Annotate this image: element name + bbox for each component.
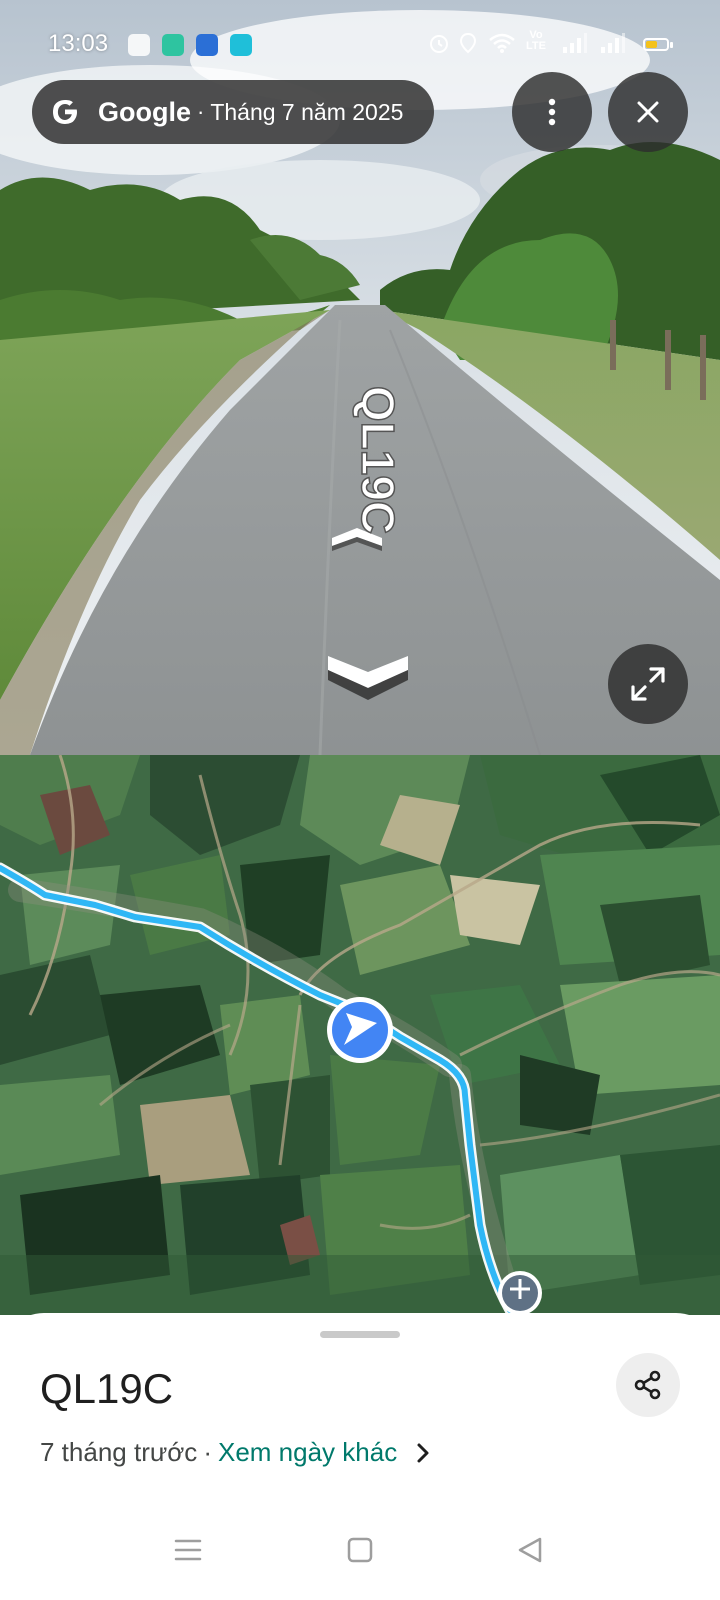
navigation-arrow-icon[interactable]	[327, 997, 393, 1063]
status-bar: 13:03 Vo LTE	[0, 24, 720, 64]
share-button[interactable]	[616, 1353, 680, 1417]
place-title: QL19C	[40, 1365, 174, 1412]
signal-icon	[563, 33, 587, 53]
satellite-map[interactable]	[0, 755, 720, 1315]
more-options-button[interactable]	[512, 72, 592, 152]
signal-icon-2	[601, 33, 625, 53]
meta-separator: ·	[203, 1437, 212, 1467]
back-button[interactable]	[508, 1528, 552, 1572]
fullscreen-button[interactable]	[608, 644, 688, 724]
home-button[interactable]	[338, 1528, 382, 1572]
close-button[interactable]	[608, 72, 688, 152]
drag-handle[interactable]	[320, 1331, 400, 1338]
close-icon	[637, 101, 659, 123]
location-icon	[459, 32, 477, 54]
street-view-screen: QL19C 13:03 Vo LTE Google · Tháng 7 năm …	[0, 0, 720, 1600]
home-icon	[347, 1537, 373, 1563]
capture-date: Tháng 7 năm 2025	[210, 98, 404, 125]
wifi-icon	[489, 33, 515, 53]
imagery-source-pill[interactable]: Google · Tháng 7 năm 2025	[32, 80, 434, 144]
share-icon	[634, 1370, 661, 1400]
capture-info-line: 7 tháng trước · Xem ngày khác	[40, 1437, 431, 1468]
volte-indicator: Vo LTE	[526, 29, 546, 52]
google-g-logo	[53, 100, 77, 124]
system-nav-bar	[0, 1520, 720, 1580]
chevron-right-icon[interactable]	[415, 1442, 431, 1464]
alarm-icon	[430, 35, 448, 53]
menu-icon	[174, 1539, 202, 1561]
more-vert-icon	[548, 98, 556, 126]
street-view-panorama[interactable]: QL19C 13:03 Vo LTE Google · Tháng 7 năm …	[0, 0, 720, 755]
browser-icon	[196, 34, 218, 56]
shopee-icon	[128, 34, 150, 56]
back-icon	[518, 1537, 542, 1563]
shopping-cart-icon	[230, 34, 252, 56]
source-separator: ·	[197, 99, 205, 124]
time-ago: 7 tháng trước	[40, 1437, 198, 1467]
source-brand: Google	[98, 96, 191, 127]
road-label: QL19C	[352, 386, 404, 534]
battery-tip	[670, 42, 673, 48]
destination-pin-icon[interactable]	[498, 1271, 542, 1315]
app-icon	[162, 34, 184, 56]
menu-button[interactable]	[166, 1528, 210, 1572]
battery-level	[646, 41, 657, 48]
fullscreen-icon	[631, 667, 665, 701]
see-other-dates-link[interactable]: Xem ngày khác	[218, 1437, 397, 1468]
status-time: 13:03	[48, 30, 109, 57]
satellite-map-image	[0, 755, 720, 1315]
battery-icon	[643, 38, 669, 51]
